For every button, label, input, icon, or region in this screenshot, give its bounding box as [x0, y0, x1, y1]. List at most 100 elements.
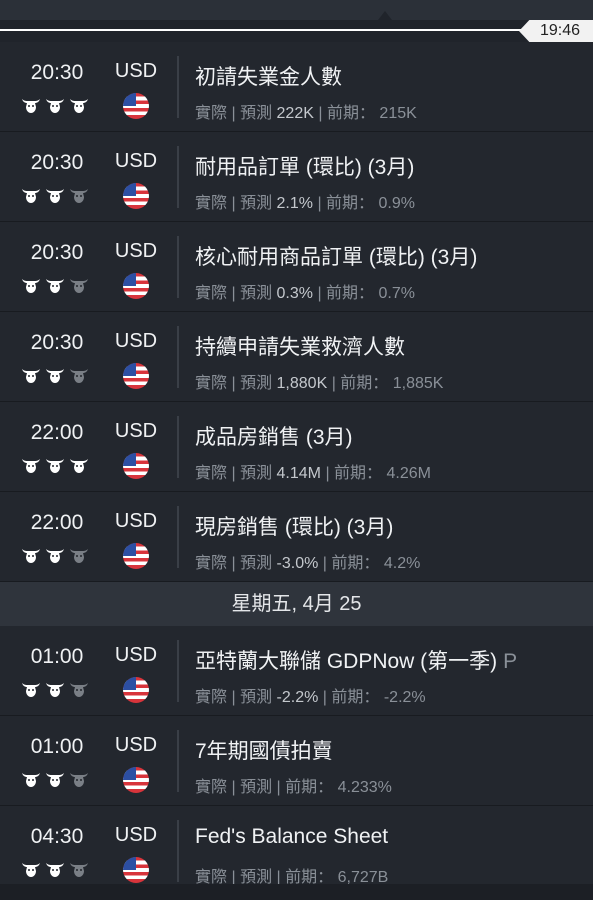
previous-value: 1,885K: [392, 375, 444, 392]
impact-rating: [21, 366, 93, 384]
event-title-text: 7年期國債拍賣: [195, 740, 333, 763]
previous-value: 4.233%: [337, 779, 392, 796]
forecast-label: 預測: [240, 465, 273, 482]
forecast-value: 1,880K: [276, 375, 328, 392]
event-details: 實際 | 預測 4.14M | 前期： 4.26M: [195, 465, 431, 482]
event-title-text: 現房銷售 (環比) (3月): [195, 516, 394, 539]
forecast-value: 0.3%: [276, 285, 313, 302]
forecast-value: 222K: [276, 105, 314, 122]
event-row[interactable]: 20:30 USD 耐用品訂單 (環比) (3月) 實際 | 預測 2.1% |…: [0, 132, 593, 222]
event-currency: USD: [114, 330, 158, 352]
actual-label: 實際: [195, 779, 228, 796]
bull-icon: [22, 369, 40, 383]
bull-icon: [46, 99, 64, 113]
event-title: Fed's Balance Sheet: [195, 825, 388, 849]
day-header: 星期五, 4月 25: [0, 582, 593, 626]
column-divider: [177, 326, 179, 388]
bull-icon: [22, 683, 40, 697]
bull-icon: [22, 99, 40, 113]
event-title-text: 核心耐用商品訂單 (環比) (3月): [195, 246, 478, 269]
previous-value: -2.2%: [383, 689, 426, 706]
event-time: 04:30: [30, 825, 84, 848]
previous-label: 前期：: [331, 555, 380, 572]
bull-icon: [22, 549, 40, 563]
impact-rating: [21, 276, 93, 294]
actual-label: 實際: [195, 375, 228, 392]
previous-label: 前期：: [334, 465, 383, 482]
previous-label: 前期：: [326, 285, 375, 302]
forecast-label: 預測: [240, 779, 273, 796]
us-flag-icon: [123, 273, 149, 299]
event-time: 01:00: [30, 735, 84, 758]
event-details: 實際 | 預測 1,880K | 前期： 1,885K: [195, 375, 444, 392]
bull-icon: [70, 683, 88, 697]
event-row[interactable]: 20:30 USD 初請失業金人數 實際 | 預測 222K | 前期： 215…: [0, 42, 593, 132]
forecast-label: 預測: [240, 689, 273, 706]
column-divider: [177, 820, 179, 882]
forecast-value: 2.1%: [276, 195, 313, 212]
event-currency: USD: [114, 510, 158, 532]
event-row[interactable]: 20:30 USD 核心耐用商品訂單 (環比) (3月) 實際 | 預測 0.3…: [0, 222, 593, 312]
actual-label: 實際: [195, 689, 228, 706]
event-title-text: 成品房銷售 (3月): [195, 426, 353, 449]
previous-label: 前期：: [331, 689, 380, 706]
impact-rating: [21, 546, 93, 564]
event-currency: USD: [114, 150, 158, 172]
event-title: 持續申請失業救濟人數: [195, 331, 405, 361]
event-details: 實際 | 預測 -2.2% | 前期： -2.2%: [195, 689, 426, 706]
us-flag-icon: [123, 857, 149, 883]
event-title: 亞特蘭大聯儲 GDPNow (第一季) P: [195, 645, 517, 675]
forecast-label: 預測: [240, 375, 273, 392]
forecast-value: 4.14M: [276, 465, 321, 482]
event-title: 7年期國債拍賣: [195, 735, 333, 765]
event-title-text: 耐用品訂單 (環比) (3月): [195, 156, 415, 179]
column-divider: [177, 146, 179, 208]
event-title: 核心耐用商品訂單 (環比) (3月): [195, 241, 477, 271]
column-divider: [177, 56, 179, 118]
tab-indicator: [378, 11, 392, 20]
us-flag-icon: [123, 93, 149, 119]
bull-icon: [70, 279, 88, 293]
us-flag-icon: [123, 543, 149, 569]
event-time: 22:00: [30, 511, 84, 534]
bull-icon: [70, 863, 88, 877]
bottom-strip: [0, 884, 593, 900]
event-row[interactable]: 01:00 USD 7年期國債拍賣 實際 | 預測 | 前期： 4.233%: [0, 716, 593, 806]
event-row[interactable]: 22:00 USD 現房銷售 (環比) (3月) 實際 | 預測 -3.0% |…: [0, 492, 593, 582]
event-list[interactable]: 20:30 USD 初請失業金人數 實際 | 預測 222K | 前期： 215…: [0, 42, 593, 893]
event-row[interactable]: 22:00 USD 成品房銷售 (3月) 實際 | 預測 4.14M | 前期：…: [0, 402, 593, 492]
previous-label: 前期：: [326, 105, 375, 122]
event-details: 實際 | 預測 -3.0% | 前期： 4.2%: [195, 555, 421, 572]
actual-label: 實際: [195, 195, 228, 212]
event-row[interactable]: 01:00 USD 亞特蘭大聯儲 GDPNow (第一季) P 實際 | 預測 -…: [0, 626, 593, 716]
previous-label: 前期：: [285, 779, 334, 796]
forecast-label: 預測: [240, 195, 273, 212]
bull-icon: [46, 773, 64, 787]
bull-icon: [70, 549, 88, 563]
bull-icon: [22, 459, 40, 473]
event-title-text: Fed's Balance Sheet: [195, 825, 389, 848]
impact-rating: [21, 680, 93, 698]
event-time: 01:00: [30, 645, 84, 668]
event-details: 實際 | 預測 0.3% | 前期： 0.7%: [195, 285, 415, 302]
us-flag-icon: [123, 767, 149, 793]
event-title: 現房銷售 (環比) (3月): [195, 511, 393, 541]
bull-icon: [70, 189, 88, 203]
bull-icon: [70, 369, 88, 383]
previous-value: 0.7%: [378, 285, 415, 302]
event-row[interactable]: 20:30 USD 持續申請失業救濟人數 實際 | 預測 1,880K | 前期…: [0, 312, 593, 402]
event-title-text: 持續申請失業救濟人數: [195, 336, 405, 359]
event-time: 20:30: [30, 61, 84, 84]
event-row[interactable]: 04:30 USD Fed's Balance Sheet 實際 | 預測 | …: [0, 806, 593, 893]
column-divider: [177, 640, 179, 702]
event-title-text: 初請失業金人數: [195, 66, 342, 89]
column-divider: [177, 506, 179, 568]
forecast-label: 預測: [240, 285, 273, 302]
event-title-text: 亞特蘭大聯儲 GDPNow (第一季): [195, 650, 498, 673]
bull-icon: [70, 773, 88, 787]
column-divider: [177, 730, 179, 792]
previous-label: 前期：: [340, 375, 389, 392]
previous-value: 4.26M: [386, 465, 431, 482]
bull-icon: [70, 99, 88, 113]
event-details: 實際 | 預測 | 前期： 4.233%: [195, 779, 392, 796]
